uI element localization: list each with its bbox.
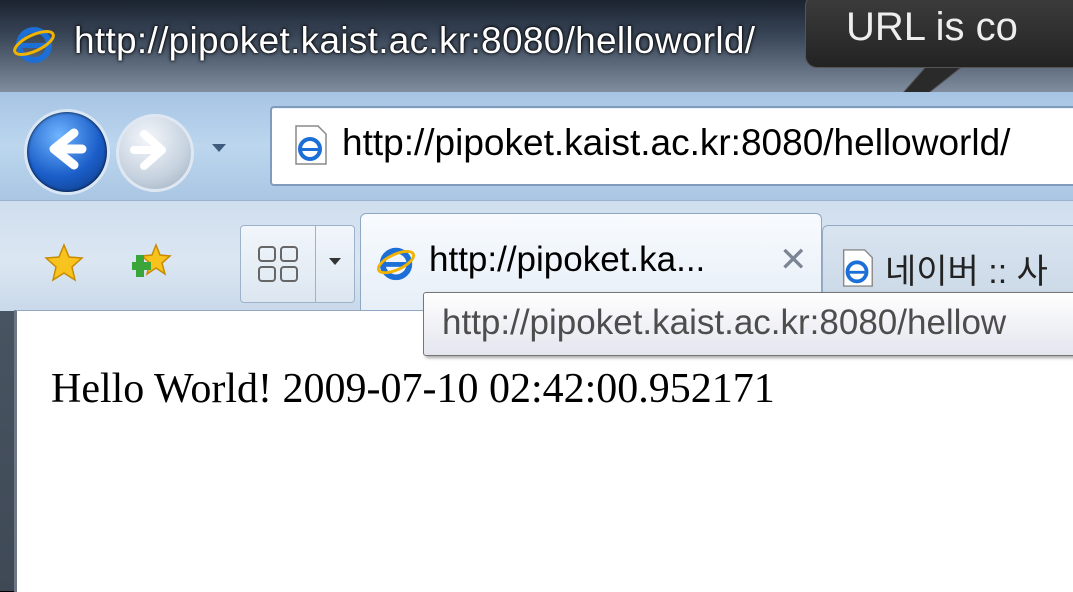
back-button[interactable]	[24, 109, 110, 195]
ie-icon	[376, 247, 416, 281]
quick-tabs-button[interactable]	[240, 225, 316, 303]
ie-icon	[13, 27, 55, 63]
tab-tooltip: http://pipoket.kaist.ac.kr:8080/hellow	[423, 292, 1073, 356]
chevron-down-icon	[329, 258, 341, 265]
browser-window: http://pipoket.kaist.ac.kr:8080/hellowor…	[0, 0, 1073, 592]
forward-arrow-icon	[130, 130, 166, 170]
window-title: http://pipoket.kaist.ac.kr:8080/hellowor…	[74, 20, 756, 61]
tooltip-text: http://pipoket.kaist.ac.kr:8080/hellow	[442, 303, 1007, 342]
address-bar[interactable]: http://pipoket.kaist.ac.kr:8080/hellowor…	[270, 106, 1073, 186]
hello-world-text: Hello World! 2009-07-10 02:42:00.952171	[51, 366, 775, 412]
tab-label: http://pipoket.ka...	[429, 240, 706, 279]
tab-list-dropdown[interactable]	[316, 225, 355, 303]
close-tab-icon[interactable]: ✕	[779, 240, 808, 280]
recent-pages-dropdown-icon[interactable]	[212, 144, 226, 152]
favorites-star-icon[interactable]	[44, 243, 84, 283]
navigation-bar: http://pipoket.kaist.ac.kr:8080/hellowor…	[0, 92, 1073, 200]
add-favorites-icon[interactable]	[132, 241, 172, 281]
page-ie-icon	[295, 125, 327, 165]
forward-button[interactable]	[116, 114, 194, 192]
address-url: http://pipoket.kaist.ac.kr:8080/hellowor…	[342, 122, 1011, 163]
quick-tabs-grid-icon	[258, 246, 298, 282]
back-arrow-icon	[49, 128, 87, 170]
page-ie-icon	[842, 249, 873, 287]
tab-label: 네이버 :: 사	[885, 253, 1048, 291]
annotation-callout: URL is co	[805, 0, 1073, 68]
callout-text: URL is co	[846, 5, 1018, 49]
